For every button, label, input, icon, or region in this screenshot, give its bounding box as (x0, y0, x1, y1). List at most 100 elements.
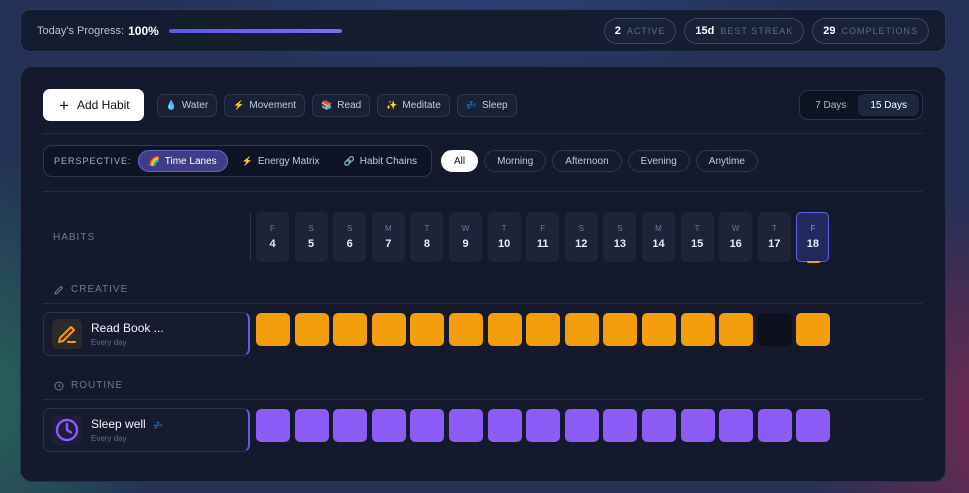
day-number: 13 (613, 238, 627, 250)
filter-all[interactable]: All (441, 150, 479, 172)
perspective-label: PERSPECTIVE: (54, 156, 132, 166)
habit-cell-completed[interactable] (642, 313, 676, 346)
stat-value: 29 (823, 24, 836, 37)
habit-cell-completed[interactable] (796, 409, 831, 442)
range-toggle: 7 Days 15 Days (799, 90, 923, 120)
day-of-week: T (501, 224, 507, 233)
habit-cell-completed[interactable] (680, 409, 715, 442)
stat-label: ACTIVE (626, 25, 666, 36)
progress-bar-header: Today's Progress: 100% 2 ACTIVE 15d BEST… (20, 9, 946, 52)
day-header: S 13 (603, 212, 637, 262)
habit-cell-completed[interactable] (719, 409, 754, 442)
habit-cell-completed[interactable] (449, 313, 483, 346)
habit-cell-completed[interactable] (603, 409, 638, 442)
habit-cell-completed[interactable] (796, 313, 831, 346)
habit-name-text: Sleep well (91, 417, 146, 431)
day-number: 15 (690, 238, 704, 250)
range-7-days[interactable]: 7 Days (803, 94, 858, 116)
water-drop-icon: 💧 (165, 99, 177, 110)
day-of-week: T (694, 224, 700, 233)
chip-water[interactable]: 💧 Water (156, 93, 218, 117)
progress-label: Today's Progress: (37, 24, 125, 37)
habit-cell-completed[interactable] (680, 313, 715, 346)
day-of-week: F (810, 224, 816, 233)
range-15-days[interactable]: 15 Days (858, 94, 919, 116)
chip-sleep[interactable]: 💤 Sleep (456, 93, 517, 117)
pencil-icon (52, 319, 82, 349)
filter-evening[interactable]: Evening (627, 150, 690, 172)
habit-name: Sleep well 💤 (91, 417, 163, 431)
day-of-week: S (308, 224, 314, 233)
habit-cell-completed[interactable] (719, 313, 754, 346)
habit-cell-completed[interactable] (256, 409, 290, 442)
habit-cell-completed[interactable] (410, 313, 445, 346)
clock-icon (52, 415, 82, 445)
zzz-icon: 💤 (465, 99, 477, 110)
chip-read[interactable]: 📚 Read (312, 93, 371, 117)
zzz-icon: 💤 (153, 421, 164, 430)
day-of-week: T (424, 224, 430, 233)
habit-cell-completed[interactable] (603, 313, 638, 346)
chip-meditate[interactable]: ✨ Meditate (377, 93, 450, 117)
habit-cell-completed[interactable] (294, 409, 329, 442)
habit-card-read-book[interactable]: Read Book ... Every day (43, 312, 250, 356)
habit-cell-completed[interactable] (333, 313, 368, 346)
day-number: 6 (346, 238, 353, 250)
clock-icon (54, 381, 64, 390)
habit-cell-completed[interactable] (564, 313, 599, 346)
lightning-icon: ⚡ (233, 99, 245, 110)
habit-cell-completed[interactable] (256, 313, 290, 346)
day-number: 18 (806, 238, 820, 250)
divider (43, 303, 923, 304)
day-number: 7 (385, 238, 392, 250)
section-title: ROUTINE (71, 380, 123, 391)
time-of-day-filter: All Morning Afternoon Evening Anytime (441, 150, 758, 172)
day-number: 9 (462, 238, 469, 250)
stat-label: COMPLETIONS (841, 25, 918, 36)
habit-cell-completed[interactable] (526, 409, 561, 442)
day-header: F4 (256, 212, 289, 262)
progress-fill (168, 28, 342, 33)
habit-cell-completed[interactable] (487, 409, 522, 442)
habit-panel: + Add Habit 💧 Water ⚡ Movement 📚 Read ✨ … (20, 66, 946, 482)
habit-frequency: Every day (91, 434, 127, 443)
habits-column-header: HABITS (53, 232, 96, 243)
perspective-option-label: Time Lanes (164, 155, 217, 167)
filter-anytime[interactable]: Anytime (695, 150, 758, 172)
filter-morning[interactable]: Morning (484, 150, 547, 172)
add-habit-button[interactable]: + Add Habit (43, 89, 144, 121)
filter-afternoon[interactable]: Afternoon (552, 150, 622, 172)
habit-cell-completed[interactable] (487, 313, 522, 346)
habit-cell-completed[interactable] (757, 409, 792, 442)
habit-cell-completed[interactable] (371, 409, 406, 442)
day-header: T 10 (487, 212, 521, 262)
chip-label: Read (337, 99, 362, 111)
quick-add-chips: 💧 Water ⚡ Movement 📚 Read ✨ Meditate 💤 S… (156, 93, 517, 117)
habit-cell-completed[interactable] (642, 409, 676, 442)
day-header: T8 (410, 212, 444, 262)
perspective-energy-matrix[interactable]: ⚡ Energy Matrix (232, 150, 330, 172)
day-number: 10 (497, 238, 511, 250)
chip-label: Water (181, 99, 209, 111)
toolbar: + Add Habit 💧 Water ⚡ Movement 📚 Read ✨ … (43, 89, 923, 121)
day-of-week: S (617, 224, 623, 233)
plus-icon: + (59, 95, 69, 115)
day-header: T 15 (680, 212, 714, 262)
habit-cell-empty[interactable] (757, 313, 792, 346)
habit-cell-completed[interactable] (410, 409, 445, 442)
habit-cell-completed[interactable] (564, 409, 599, 442)
perspective-time-lanes[interactable]: 🌈 Time Lanes (137, 150, 228, 172)
chip-movement[interactable]: ⚡ Movement (224, 93, 306, 117)
stat-completions: 29 COMPLETIONS (812, 17, 929, 44)
day-of-week: S (578, 224, 584, 233)
habit-cell-completed[interactable] (333, 409, 368, 442)
day-number: 5 (308, 238, 315, 250)
perspective-habit-chains[interactable]: 🔗 Habit Chains (334, 150, 427, 172)
habit-cell-completed[interactable] (294, 313, 329, 346)
habit-cell-completed[interactable] (449, 409, 483, 442)
day-number: 16 (729, 238, 742, 250)
day-header: F 11 (526, 212, 560, 262)
habit-cell-completed[interactable] (526, 313, 561, 346)
habit-cell-completed[interactable] (371, 313, 406, 346)
habit-card-sleep-well[interactable]: Sleep well 💤 Every day (43, 408, 250, 452)
